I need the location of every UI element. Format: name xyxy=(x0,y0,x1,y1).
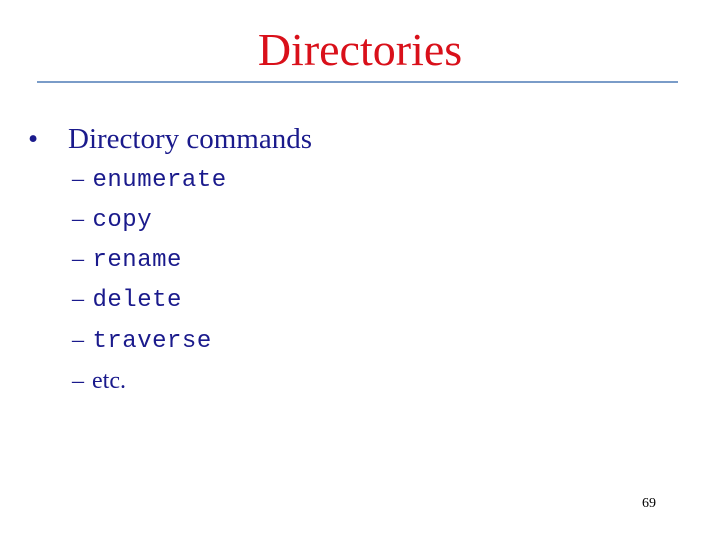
sub-item-text: traverse xyxy=(92,328,212,355)
sub-item: – rename xyxy=(72,244,182,276)
sub-item-text: rename xyxy=(92,247,182,274)
dash-icon: – xyxy=(72,206,85,232)
page-number: 69 xyxy=(642,496,656,511)
dash-icon: – xyxy=(72,286,85,312)
sub-item: – copy xyxy=(72,204,152,236)
sub-item-text: etc. xyxy=(92,368,126,394)
dash-icon: – xyxy=(72,246,85,272)
dash-icon: – xyxy=(72,368,84,394)
sub-item: – traverse xyxy=(72,325,212,357)
sub-item: – delete xyxy=(72,284,182,316)
bullet-icon: • xyxy=(28,123,39,155)
sub-item: – enumerate xyxy=(72,164,227,196)
sub-item-text: delete xyxy=(92,287,182,314)
sub-item-text: enumerate xyxy=(92,167,227,194)
dash-icon: – xyxy=(72,166,85,192)
slide-title: Directories xyxy=(257,24,463,75)
dash-icon: – xyxy=(72,327,85,353)
bullet-item: • Directory commands xyxy=(28,121,312,157)
sub-item-text: copy xyxy=(92,207,153,234)
title-divider xyxy=(37,81,678,83)
bullet-text: Directory commands xyxy=(68,123,313,155)
sub-item: – etc. xyxy=(72,366,126,396)
